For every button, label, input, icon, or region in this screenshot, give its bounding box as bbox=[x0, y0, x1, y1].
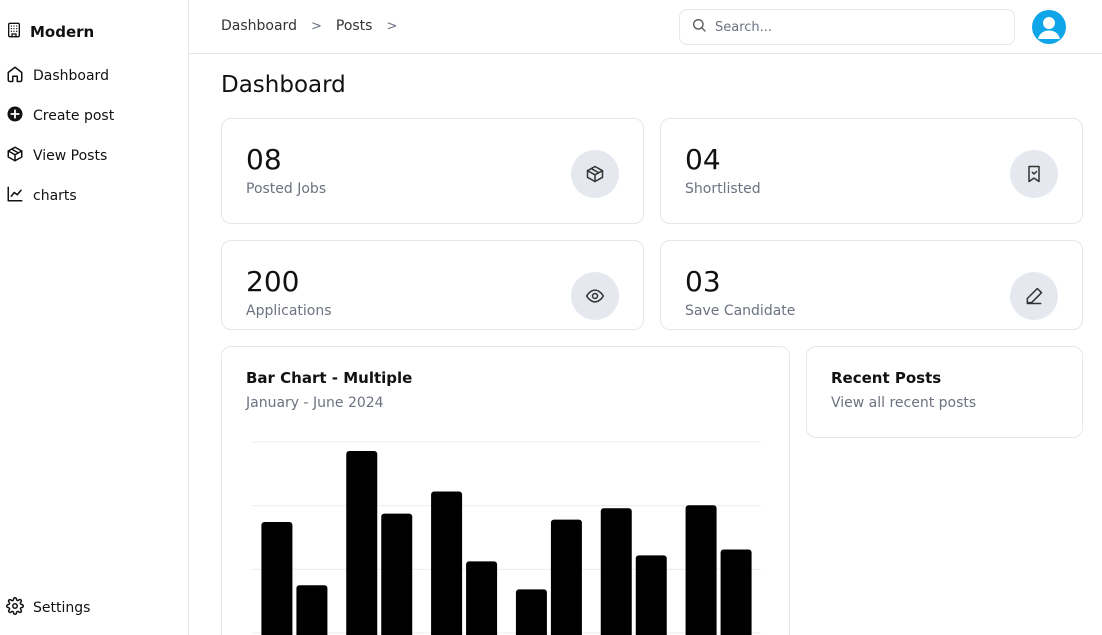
sidebar-item-dashboard[interactable]: Dashboard bbox=[6, 65, 109, 87]
chart-bar-february-2[interactable] bbox=[381, 513, 413, 635]
recent-posts-subtitle[interactable]: View all recent posts bbox=[831, 395, 976, 411]
pencil-icon bbox=[1010, 272, 1058, 320]
chart-bar-february-1[interactable] bbox=[346, 450, 378, 635]
sidebar-item-settings[interactable]: Settings bbox=[6, 597, 90, 619]
sidebar: Modern Dashboard Create post View Posts … bbox=[0, 0, 189, 635]
chevron-right-icon: > bbox=[310, 18, 322, 34]
bar-chart-card: Bar Chart - Multiple January - June 2024 bbox=[221, 346, 790, 635]
search-icon bbox=[691, 17, 707, 37]
building-icon bbox=[6, 22, 22, 42]
chart-bar-january-1[interactable] bbox=[261, 521, 293, 635]
home-icon bbox=[6, 65, 24, 87]
sidebar-item-charts[interactable]: charts bbox=[6, 185, 77, 207]
chart-bar-may-2[interactable] bbox=[635, 555, 667, 635]
breadcrumb-item-dashboard[interactable]: Dashboard bbox=[221, 18, 297, 34]
chart-bar-march-2[interactable] bbox=[466, 561, 498, 635]
package-icon bbox=[6, 145, 24, 167]
gear-icon bbox=[6, 597, 24, 619]
sidebar-item-create-post[interactable]: Create post bbox=[6, 105, 114, 127]
stat-value: 08 bbox=[246, 143, 282, 176]
search-box[interactable] bbox=[679, 9, 1015, 45]
avatar[interactable] bbox=[1032, 10, 1066, 44]
brand-name: Modern bbox=[30, 23, 95, 41]
sidebar-item-label: Settings bbox=[33, 600, 91, 616]
chart-bar-june-1[interactable] bbox=[685, 505, 717, 635]
chart-bar-march-1[interactable] bbox=[431, 491, 463, 635]
plus-circle-icon bbox=[6, 105, 24, 127]
top-bar: Dashboard > Posts > bbox=[189, 0, 1102, 54]
stat-card-save-candidate[interactable]: 03 Save Candidate bbox=[660, 240, 1083, 330]
breadcrumb: Dashboard > Posts > bbox=[221, 18, 397, 34]
chart-bar-april-2[interactable] bbox=[550, 519, 582, 635]
page-title: Dashboard bbox=[221, 72, 346, 98]
stat-card-posted-jobs[interactable]: 08 Posted Jobs bbox=[221, 118, 644, 224]
bar-chart bbox=[252, 441, 761, 635]
sidebar-item-label: View Posts bbox=[33, 148, 108, 164]
chart-bar-april-1[interactable] bbox=[515, 589, 547, 635]
line-chart-icon bbox=[6, 185, 24, 207]
sidebar-item-label: Create post bbox=[33, 108, 115, 124]
search-input[interactable] bbox=[715, 19, 995, 35]
stat-card-shortlisted[interactable]: 04 Shortlisted bbox=[660, 118, 1083, 224]
bookmark-icon bbox=[1010, 150, 1058, 198]
user-icon bbox=[1038, 17, 1060, 39]
breadcrumb-item-posts[interactable]: Posts bbox=[336, 18, 373, 34]
recent-posts-title: Recent Posts bbox=[831, 369, 942, 387]
sidebar-item-label: Dashboard bbox=[33, 68, 109, 84]
stat-label: Posted Jobs bbox=[246, 181, 327, 197]
eye-icon bbox=[571, 272, 619, 320]
brand[interactable]: Modern bbox=[6, 22, 94, 42]
stat-label: Save Candidate bbox=[685, 303, 796, 319]
sidebar-item-label: charts bbox=[33, 188, 77, 204]
stat-value: 04 bbox=[685, 143, 721, 176]
chevron-right-icon: > bbox=[386, 18, 398, 34]
chart-bar-june-2[interactable] bbox=[720, 549, 752, 635]
stat-value: 200 bbox=[246, 265, 300, 298]
chart-bar-may-1[interactable] bbox=[600, 508, 632, 635]
sidebar-item-view-posts[interactable]: View Posts bbox=[6, 145, 107, 167]
chart-bar-january-2[interactable] bbox=[296, 585, 328, 635]
stat-value: 03 bbox=[685, 265, 721, 298]
stat-label: Shortlisted bbox=[685, 181, 761, 197]
recent-posts-card[interactable]: Recent Posts View all recent posts bbox=[806, 346, 1083, 438]
stat-label: Applications bbox=[246, 303, 332, 319]
package-icon bbox=[571, 150, 619, 198]
stat-card-applications[interactable]: 200 Applications bbox=[221, 240, 644, 330]
